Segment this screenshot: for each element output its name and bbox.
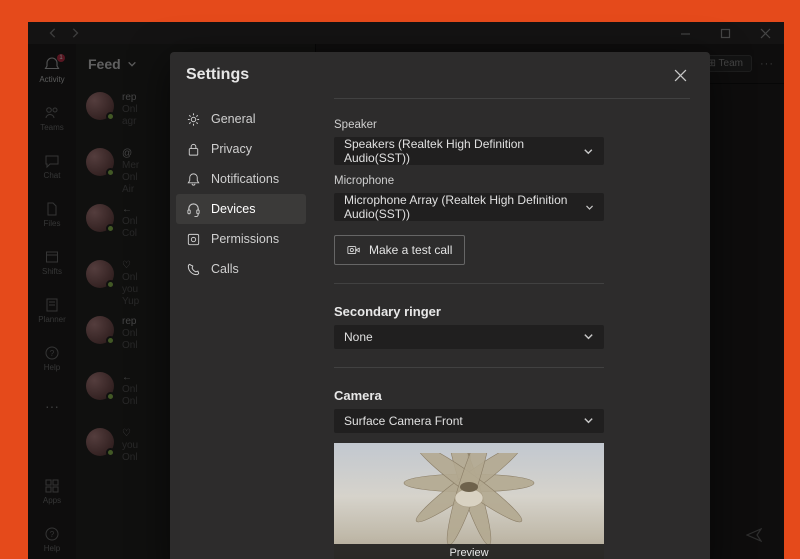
- chevron-down-icon: [583, 331, 594, 342]
- divider: [334, 283, 604, 284]
- settings-nav-label: Privacy: [211, 142, 252, 156]
- settings-dialog: Settings General Privacy Notifications Devi…: [170, 52, 710, 559]
- camera-dropdown[interactable]: Surface Camera Front: [334, 409, 604, 433]
- settings-nav-calls[interactable]: Calls: [176, 254, 306, 284]
- settings-nav-label: Calls: [211, 262, 239, 276]
- speaker-value: Speakers (Realtek High Definition Audio(…: [344, 137, 583, 165]
- speaker-label: Speaker: [334, 119, 690, 131]
- chevron-down-icon: [585, 202, 594, 213]
- phone-icon: [186, 262, 201, 277]
- preview-caption: Preview: [334, 544, 604, 559]
- settings-nav-label: General: [211, 112, 255, 126]
- divider: [334, 367, 604, 368]
- teams-window: 1 Activity Teams Chat Files Shifts: [28, 22, 784, 559]
- settings-nav-label: Notifications: [211, 172, 279, 186]
- headset-icon: [186, 202, 201, 217]
- settings-nav-label: Devices: [211, 202, 255, 216]
- test-call-label: Make a test call: [369, 243, 452, 257]
- camera-preview: Preview: [334, 443, 604, 559]
- settings-nav-general[interactable]: General: [176, 104, 306, 134]
- microphone-value: Microphone Array (Realtek High Definitio…: [344, 193, 585, 221]
- secondary-ringer-value: None: [344, 330, 373, 344]
- close-icon: [674, 69, 687, 82]
- shield-icon: [186, 232, 201, 247]
- make-test-call-button[interactable]: Make a test call: [334, 235, 465, 265]
- settings-header: Settings: [170, 52, 710, 98]
- speaker-dropdown[interactable]: Speakers (Realtek High Definition Audio(…: [334, 137, 604, 165]
- settings-nav-notifications[interactable]: Notifications: [176, 164, 306, 194]
- settings-close-button[interactable]: [666, 61, 694, 89]
- bell-icon: [186, 172, 201, 187]
- lock-icon: [186, 142, 201, 157]
- settings-nav-devices[interactable]: Devices: [176, 194, 306, 224]
- camera-value: Surface Camera Front: [344, 414, 463, 428]
- chevron-down-icon: [583, 146, 594, 157]
- microphone-label: Microphone: [334, 175, 690, 187]
- secondary-ringer-label: Secondary ringer: [334, 304, 690, 319]
- chevron-down-icon: [583, 415, 594, 426]
- microphone-dropdown[interactable]: Microphone Array (Realtek High Definitio…: [334, 193, 604, 221]
- gear-icon: [186, 112, 201, 127]
- settings-title: Settings: [186, 66, 249, 84]
- settings-nav-label: Permissions: [211, 232, 279, 246]
- settings-content: Speaker Speakers (Realtek High Definitio…: [312, 98, 710, 559]
- settings-nav-permissions[interactable]: Permissions: [176, 224, 306, 254]
- video-call-icon: [347, 243, 361, 257]
- camera-label: Camera: [334, 388, 690, 403]
- divider: [334, 98, 690, 99]
- settings-nav: General Privacy Notifications Devices Permis…: [170, 98, 312, 559]
- secondary-ringer-dropdown[interactable]: None: [334, 325, 604, 349]
- settings-nav-privacy[interactable]: Privacy: [176, 134, 306, 164]
